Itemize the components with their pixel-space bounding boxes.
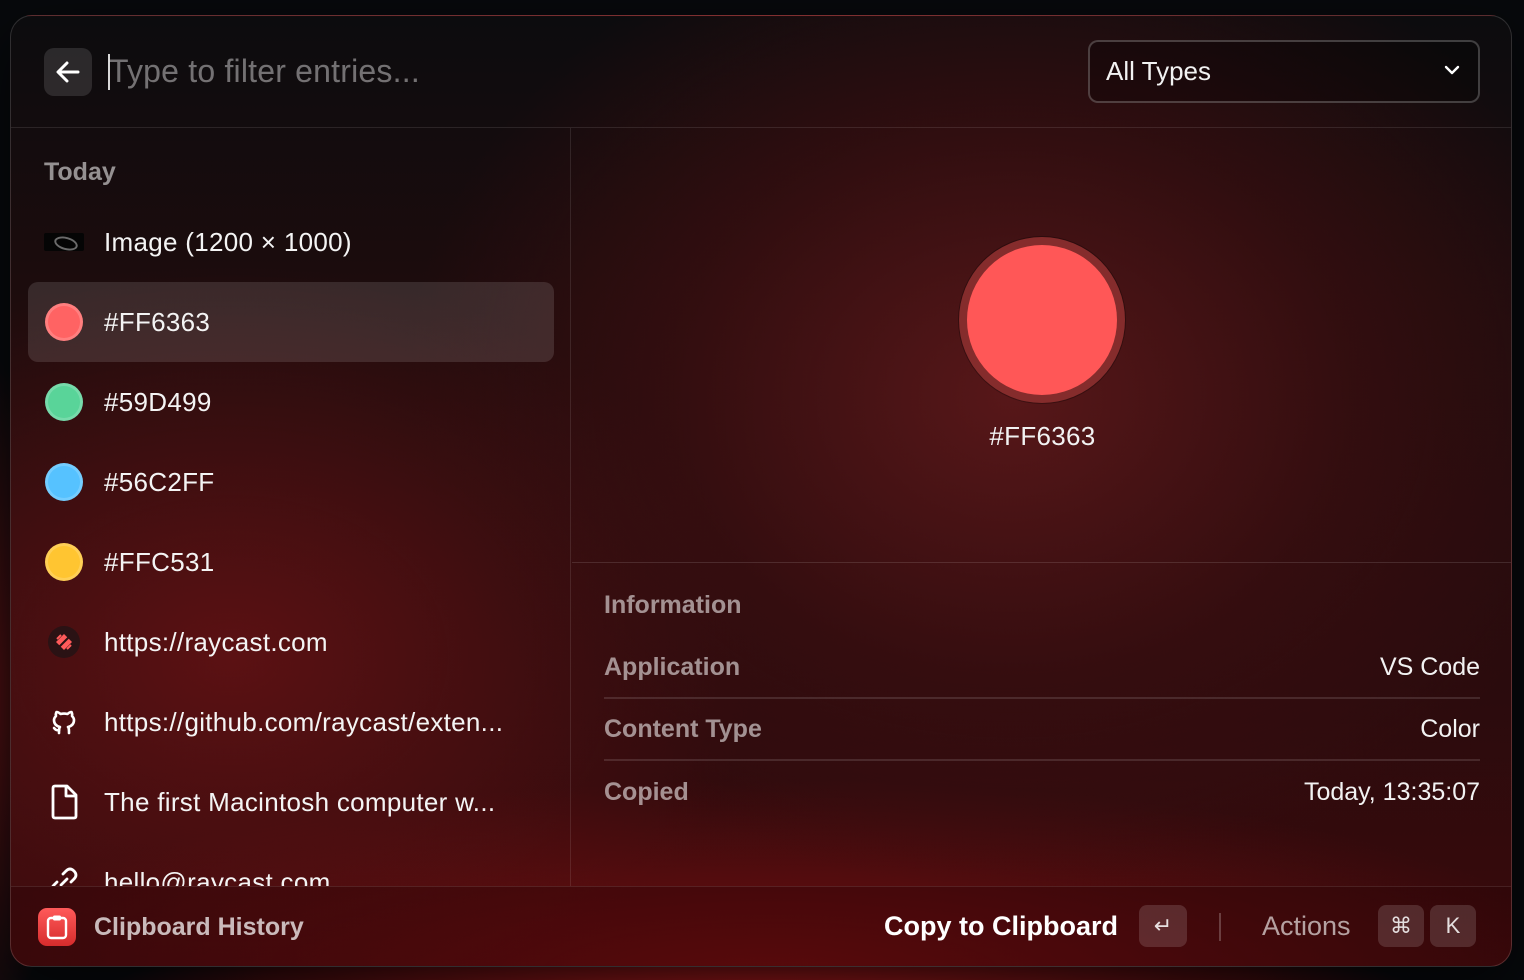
action-bar: Clipboard History Copy to Clipboard ↵ Ac… [11,886,1511,966]
arrow-left-icon [56,61,80,83]
list-item[interactable]: hello@raycast.com [28,842,554,886]
info-value: Today, 13:35:07 [1303,777,1480,806]
document-icon [44,782,84,822]
info-row-application: Application VS Code [604,637,1480,699]
command-key-hint: ⌘ [1378,905,1424,947]
color-preview-swatch [959,237,1125,403]
color-swatch-icon [44,462,84,502]
info-row-content-type: Content Type Color [604,699,1480,761]
list-item-label: https://raycast.com [104,626,328,657]
info-key: Application [604,652,741,681]
list-item[interactable]: The first Macintosh computer w... [28,762,554,842]
type-filter-value: All Types [1106,56,1212,86]
type-filter-dropdown[interactable]: All Types [1088,40,1480,103]
actions-button[interactable]: Actions [1262,911,1351,942]
list-item-label: https://github.com/raycast/exten... [104,706,504,737]
information-title: Information [604,591,742,619]
image-thumbnail-icon [44,222,84,262]
list-item-label: #FF6363 [104,306,211,337]
list-item-label: hello@raycast.com [104,866,331,887]
list-item[interactable]: #59D499 [28,362,554,442]
info-key: Copied [604,777,689,806]
chevron-down-icon [1444,65,1460,75]
list-item[interactable]: #FFC531 [28,522,554,602]
list-item[interactable]: https://github.com/raycast/exten... [28,682,554,762]
clipboard-entries-list: Today Image (1200 × 1000) #FF6363 #59D49… [11,128,571,886]
list-item-label: #59D499 [104,386,212,417]
enter-key-hint: ↵ [1139,905,1187,947]
clipboard-history-window: All Types Today Image (1200 × 1000) #FF6… [10,15,1512,967]
color-swatch-icon [44,382,84,422]
color-swatch-icon [44,302,84,342]
search-bar: All Types [11,16,1511,128]
raycast-icon [44,622,84,662]
list-item-label: #FFC531 [104,546,215,577]
app-name: Clipboard History [94,913,304,941]
copy-to-clipboard-button[interactable]: Copy to Clipboard [884,911,1118,942]
list-item-label: #56C2FF [104,466,215,497]
link-icon [44,862,84,886]
footer-divider [1219,913,1221,941]
search-input[interactable] [109,46,1009,96]
github-icon [44,702,84,742]
clipboard-app-icon [38,908,76,946]
information-panel: Information Application VS Code Content … [604,591,1480,823]
list-item-label: The first Macintosh computer w... [104,786,496,817]
list-item-selected[interactable]: #FF6363 [28,282,554,362]
back-button[interactable] [44,48,92,96]
color-preview-panel: #FF6363 [572,128,1511,563]
k-key-hint: K [1430,905,1476,947]
section-header-today: Today [44,158,116,186]
list-item-label: Image (1200 × 1000) [104,226,352,257]
color-preview-label: #FF6363 [989,421,1096,451]
info-value: Color [1420,714,1480,743]
color-swatch-icon [44,542,84,582]
info-key: Content Type [604,714,762,743]
list-item[interactable]: Image (1200 × 1000) [28,202,554,282]
list-item[interactable]: #56C2FF [28,442,554,522]
info-row-copied: Copied Today, 13:35:07 [604,761,1480,823]
info-value: VS Code [1379,652,1480,681]
list-item[interactable]: https://raycast.com [28,602,554,682]
